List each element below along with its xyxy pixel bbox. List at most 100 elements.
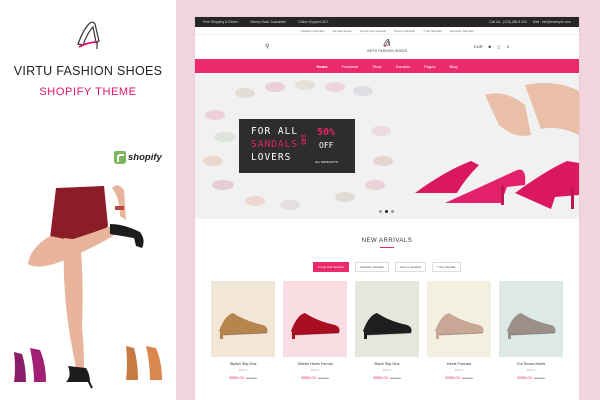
subbar-link[interactable]: Remarks Sandals [450,29,474,33]
product-old-price: €640.00 [317,376,329,380]
product-old-price: €350.00 [533,376,545,380]
search-icon[interactable]: ⚲ [265,43,269,50]
topbar-email-link[interactable]: Mail : info@example.com [533,20,571,24]
topbar-guarantee-text: Money Back Guarantee [250,20,287,24]
product-card[interactable]: Black Slip-Ons Brand €590.00 €640.00 [355,281,419,380]
shopify-logo: shopify [114,149,170,165]
category-subbar: Gladiator Sandals Sandals Heels Sports a… [195,27,579,35]
shoe-image [363,313,412,339]
subbar-link[interactable]: T-bar Sandals [423,29,442,33]
product-price: €590.00 €640.00 [355,375,419,380]
hero-banner[interactable]: FOR ALL SANDALS LOVERS GET 50% OFF ALL P… [195,75,579,219]
product-price: €500.00 €600.00 [211,375,275,380]
product-vendor: Brand [238,368,247,372]
store-header: ⚲ VIRTU FASHION SHOES EUR ☻ 🛒 0 [195,35,579,59]
main-nav: Home Footwear Shop Sandals Pages Blog [195,59,579,73]
product-old-price: €640.00 [389,376,401,380]
product-card[interactable]: Cut Shoes Heels Brand €330.00 €350.00 [499,281,563,380]
topbar-shipping-text: Free Shipping & Return [203,20,239,24]
product-current-price: €330.00 [445,375,460,380]
tab-pump-sandals[interactable]: Pump And Sandals [313,262,349,272]
subbar-link[interactable]: Sandals Heels [332,29,351,33]
product-image[interactable] [499,281,563,357]
product-vendor: Brand [454,368,463,372]
store-logo[interactable]: VIRTU FASHION SHOES [365,38,409,58]
promo-title: VIRTU FASHION SHOES [13,64,163,78]
product-vendor: Brand [310,368,319,372]
product-image[interactable] [355,281,419,357]
product-grid: Stylish Slip-Ons Brand €500.00 €600.00 St… [211,281,563,380]
nav-item-blog[interactable]: Blog [449,64,457,69]
topbar-support-text: Online Support 24/7 [298,20,329,24]
slider-dots [379,210,394,213]
cart-icon[interactable]: 🛒 [497,44,502,49]
product-name[interactable]: Heels Formals [427,362,491,366]
hero-line-1: FOR ALL [251,126,299,137]
store-topbar: Free Shipping & Return Money Back Guaran… [195,17,579,27]
currency-selector[interactable]: EUR [474,44,482,49]
shoe-image [507,313,556,339]
product-image[interactable] [283,281,347,357]
shoe-image [291,313,340,339]
promo-overlay-box: FOR ALL SANDALS LOVERS GET 50% OFF ALL P… [239,119,355,173]
nav-item-sandals[interactable]: Sandals [396,64,410,69]
product-current-price: €590.00 [373,375,388,380]
promo-subtitle: SHOPIFY THEME [39,86,137,98]
model-legs-illustration [14,185,162,389]
hero-line-2: SANDALS [251,139,299,150]
header-actions: EUR ☻ 🛒 0 [474,44,509,49]
topbar-phone-link[interactable]: Call Us : (123) 456 8 000 [489,20,527,24]
section-title-underline [380,247,394,248]
product-old-price: €350.00 [461,376,473,380]
user-icon[interactable]: ☻ [488,44,492,49]
subbar-link[interactable]: Gladiator Sandals [301,29,325,33]
product-name[interactable]: Cut Shoes Heels [499,362,563,366]
nav-item-shop[interactable]: Shop [372,64,381,69]
hero-off-label: OFF [319,141,334,150]
theme-preview-window: Free Shipping & Return Money Back Guaran… [195,17,579,400]
shopify-bag-icon [114,150,126,164]
product-image[interactable] [427,281,491,357]
promo-panel: VIRTU FASHION SHOES SHOPIFY THEME shopif… [0,0,176,400]
shopify-logo-text: shopify [128,151,162,163]
product-price: €330.00 €350.00 [427,375,491,380]
product-price: €590.00 €640.00 [283,375,347,380]
product-old-price: €600.00 [245,376,257,380]
nav-item-footwear[interactable]: Footwear [342,64,359,69]
tab-gladiator-sandals[interactable]: Gladiator Sandals [354,262,389,272]
subbar-link[interactable]: Source Sandals [394,29,415,33]
subbar-link[interactable]: Sports and Sandals [360,29,386,33]
slider-dot[interactable] [379,210,382,213]
high-heel-icon [383,38,391,47]
product-price: €330.00 €350.00 [499,375,563,380]
product-card[interactable]: Stylish Slip-Ons Brand €500.00 €600.00 [211,281,275,380]
product-name[interactable]: Stiletto Heels Formal [283,362,347,366]
product-current-price: €590.00 [301,375,316,380]
product-image[interactable] [211,281,275,357]
hero-line-3: LOVERS [251,152,292,163]
nav-item-pages[interactable]: Pages [424,64,435,69]
product-current-price: €500.00 [229,375,244,380]
hero-get-label: GET [300,134,308,145]
section-title: NEW ARRIVALS [361,238,413,244]
product-name[interactable]: Black Slip-Ons [355,362,419,366]
slider-dot-active[interactable] [385,210,388,213]
high-heel-icon [77,21,100,49]
hero-discount-percent: 50% [317,127,336,138]
store-logo-text: VIRTU FASHION SHOES [366,49,408,53]
product-tabs: Pump And Sandals Gladiator Sandals Sourc… [195,262,579,272]
product-current-price: €330.00 [517,375,532,380]
slider-dot[interactable] [391,210,394,213]
nav-item-home[interactable]: Home [317,64,328,69]
hero-all-products-label: ALL PRODUCTS [315,160,338,164]
product-card[interactable]: Heels Formals Brand €330.00 €350.00 [427,281,491,380]
shoe-image [435,313,484,339]
product-card[interactable]: Stiletto Heels Formal Brand €590.00 €640.… [283,281,347,380]
product-vendor: Brand [382,368,391,372]
tab-tbar-sandals[interactable]: T-bar Sandals [431,262,461,272]
shoe-image [219,313,268,339]
tab-source-sandals[interactable]: Source Sandals [394,262,426,272]
product-name[interactable]: Stylish Slip-Ons [211,362,275,366]
product-vendor: Brand [526,368,535,372]
cart-count: 0 [506,44,509,49]
